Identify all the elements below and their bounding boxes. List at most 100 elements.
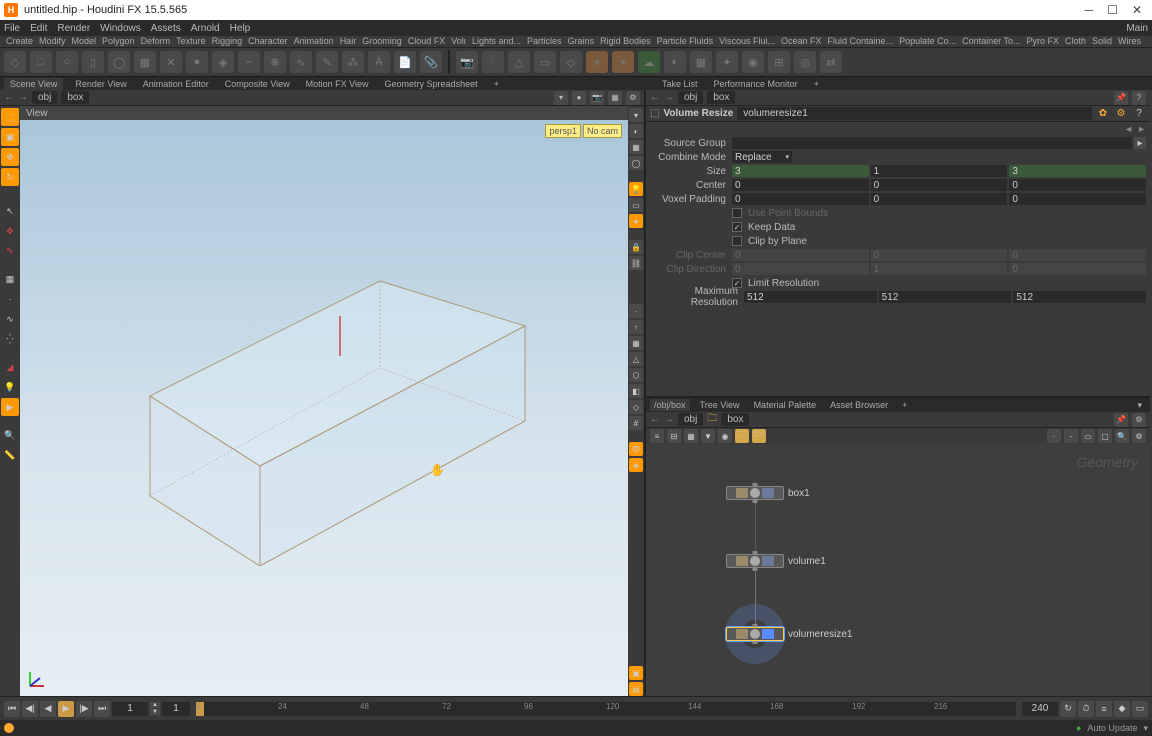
arrow-tool-icon[interactable]: ↖ (1, 202, 19, 220)
source-group-field[interactable] (732, 137, 1132, 149)
inspect-icon[interactable]: 🔍 (1, 426, 19, 444)
shelf-tool-icon[interactable]: ◯ (108, 51, 130, 73)
list-icon[interactable]: ≡ (650, 429, 664, 443)
shelf-tool-icon[interactable]: ✕ (160, 51, 182, 73)
shelf-tab[interactable]: Model (72, 36, 97, 48)
shelf-tool-icon[interactable]: □ (30, 51, 52, 73)
hull-icon[interactable]: ◇ (629, 400, 643, 414)
handle-tool-icon[interactable]: ✥ (1, 222, 19, 240)
shelf-tab[interactable]: Animation (294, 36, 334, 48)
shading-icon[interactable]: ◐ (629, 124, 643, 138)
shelf-tool-icon[interactable]: ☀ (612, 51, 634, 73)
shelf-tool-icon[interactable]: ☀ (586, 51, 608, 73)
size-z-field[interactable]: 3 (1009, 165, 1146, 177)
select-tool-icon[interactable]: ▣ (1, 128, 19, 146)
uv-icon[interactable]: ▦ (629, 336, 643, 350)
shelf-tab[interactable]: Polygon (102, 36, 135, 48)
shelf-tab[interactable]: Wires (1118, 36, 1141, 48)
shelf-tool-icon[interactable]: ○ (56, 51, 78, 73)
shelf-tab[interactable]: Container To... (962, 36, 1020, 48)
step-up-icon[interactable]: ▲ (150, 702, 160, 708)
path-segment[interactable]: box (61, 91, 89, 104)
snap-curve-icon[interactable]: ∿ (1, 310, 19, 328)
pin-icon[interactable]: 📌 (1114, 413, 1128, 427)
pane-tab[interactable]: Performance Monitor (710, 78, 802, 90)
shelf-tool-icon[interactable]: ▭ (534, 51, 556, 73)
shelf-tab[interactable]: Texture (176, 36, 206, 48)
light-toggle-icon[interactable]: 💡 (629, 182, 643, 196)
network-node[interactable]: volume1 (726, 554, 826, 568)
shelf-tool-icon[interactable]: ⇄ (820, 51, 842, 73)
net-tab[interactable]: Asset Browser (826, 399, 892, 411)
maximize-button[interactable]: ☐ (1107, 3, 1118, 17)
help-icon[interactable]: ? (1132, 91, 1146, 105)
first-frame-button[interactable]: ⏮ (4, 701, 20, 717)
pane-tab[interactable]: Take List (658, 78, 702, 90)
material-icon[interactable]: ● (629, 214, 643, 228)
add-tab-icon[interactable]: + (898, 399, 911, 411)
shelf-tab[interactable]: Ocean FX (781, 36, 822, 48)
visualize-icon[interactable]: 👁 (629, 442, 643, 456)
combine-mode-dropdown[interactable]: Replace▾ (732, 151, 792, 163)
shelf-tab[interactable]: Cloud FX (408, 36, 446, 48)
scope-icon[interactable]: ▭ (1132, 701, 1148, 717)
shelf-tool-icon[interactable]: ⊞ (768, 51, 790, 73)
center-z-field[interactable]: 0 (1009, 179, 1146, 191)
center-x-field[interactable]: 0 (732, 179, 869, 191)
shelf-tool-icon[interactable]: ● (186, 51, 208, 73)
shelf-tool-icon[interactable]: ✎ (316, 51, 338, 73)
nav-fwd-icon[interactable]: → (664, 92, 674, 103)
loop-icon[interactable]: ↻ (1060, 701, 1076, 717)
keyframe-icon[interactable]: ◆ (1114, 701, 1130, 717)
shelf-tab[interactable]: Particles (527, 36, 562, 48)
shelf-tab[interactable]: Solid (1092, 36, 1112, 48)
pane-menu-icon[interactable]: ▾ (1133, 399, 1146, 412)
pin-icon[interactable]: 📌 (1114, 91, 1128, 105)
pane-tab[interactable]: Scene View (4, 78, 63, 90)
code-icon[interactable]: ⚙ (1114, 107, 1128, 121)
opt-a-icon[interactable]: ▣ (629, 666, 643, 680)
options-icon[interactable]: ⚙ (1132, 429, 1146, 443)
maxres-z-field[interactable]: 512 (1013, 291, 1146, 303)
wireframe-icon[interactable]: ▦ (629, 140, 643, 154)
nav-right-icon[interactable]: ► (1137, 124, 1146, 134)
shelf-tab[interactable]: Fluid Containe... (828, 36, 894, 48)
shelf-tool-icon[interactable]: ▦ (690, 51, 712, 73)
last-frame-button[interactable]: ⏭ (94, 701, 110, 717)
shelf-tab[interactable]: Grooming (362, 36, 402, 48)
shelf-tool-icon[interactable]: ◉ (742, 51, 764, 73)
path-segment[interactable]: box (707, 91, 735, 104)
net-tab[interactable]: Material Palette (750, 399, 821, 411)
shelf-tool-icon[interactable]: ⁂ (342, 51, 364, 73)
shelf-tool-icon[interactable]: ☁ (638, 51, 660, 73)
shelf-tool-icon[interactable]: ✦ (716, 51, 738, 73)
prev-frame-button[interactable]: ◀| (22, 701, 38, 717)
shelf-tab[interactable]: Character (248, 36, 288, 48)
shelf-tool-icon[interactable]: ⎯ (238, 51, 260, 73)
path-segment[interactable]: box (721, 413, 749, 426)
pane-tab[interactable]: Render View (71, 78, 130, 90)
shelf-tool-icon[interactable]: ◇ (4, 51, 26, 73)
help-icon[interactable]: ? (1132, 107, 1146, 121)
light-icon[interactable]: 💡 (1, 378, 19, 396)
flipbook-icon[interactable]: ▶ (1, 398, 19, 416)
opt-b-icon[interactable]: ▤ (629, 682, 643, 696)
audio-icon[interactable]: ≡ (1096, 701, 1112, 717)
current-frame-field[interactable]: 1 (162, 702, 190, 716)
nav-back-icon[interactable]: ← (650, 414, 660, 425)
node-name-field[interactable]: volumeresize1 (737, 107, 1092, 120)
path-segment[interactable]: obj (678, 413, 703, 426)
voxelpad-z-field[interactable]: 0 (1009, 193, 1146, 205)
shelf-tool-icon[interactable]: ∿ (290, 51, 312, 73)
network-node[interactable]: box1 (726, 486, 810, 500)
shelf-tool-icon[interactable]: ◇ (560, 51, 582, 73)
group-icon[interactable]: ▭ (1081, 429, 1095, 443)
layout-icon[interactable]: ▦ (608, 91, 622, 105)
folder-open-icon[interactable]: 🗁 (752, 429, 766, 443)
clip-by-plane-checkbox[interactable] (732, 236, 742, 246)
snap-multi-icon[interactable]: ⁛ (1, 330, 19, 348)
folder-icon[interactable]: 🗀 (735, 429, 749, 443)
shelf-tab[interactable]: Rigid Bodies (600, 36, 651, 48)
play-button[interactable]: ▶ (58, 701, 74, 717)
tree-icon[interactable]: ⊟ (667, 429, 681, 443)
